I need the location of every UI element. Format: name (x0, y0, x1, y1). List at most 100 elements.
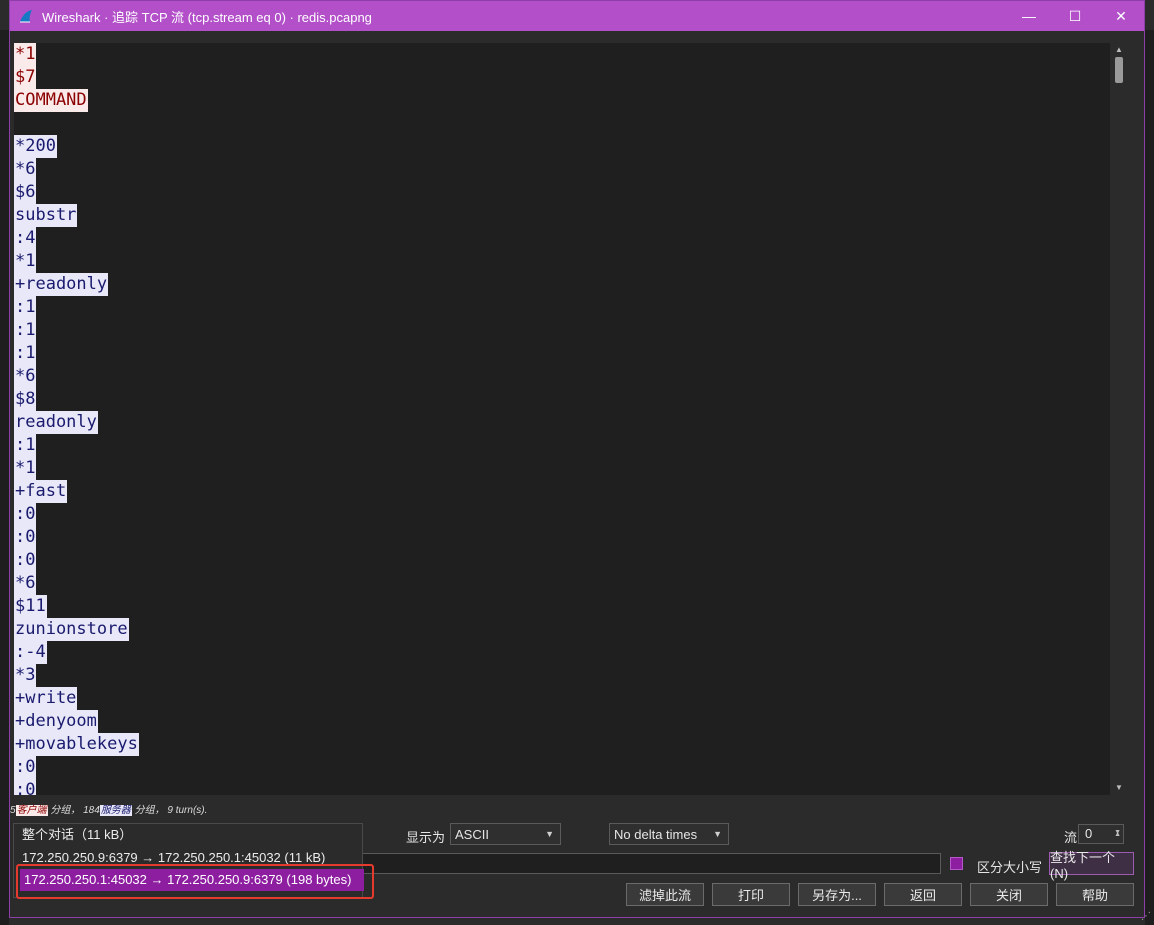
maximize-button[interactable]: ☐ (1052, 1, 1098, 31)
display-as-label: 显示为 (406, 830, 446, 845)
stream-line-text: :0 (14, 756, 37, 779)
server-stream-line: $8 (14, 388, 1110, 411)
display-as-select[interactable]: ASCII ▼ (450, 823, 561, 845)
stream-line-text: $7 (14, 66, 37, 89)
stream-line-text: :0 (14, 549, 37, 572)
stream-line-text: readonly (14, 411, 98, 434)
stream-line-text: *6 (14, 365, 37, 388)
server-stream-line: :1 (14, 434, 1110, 457)
server-stream-line: +readonly (14, 273, 1110, 296)
find-next-button[interactable]: 查找下一个(N) (1049, 850, 1134, 881)
server-stream-line: *6 (14, 158, 1110, 181)
title-bar: Wireshark · 追踪 TCP 流 (tcp.stream eq 0) ·… (10, 1, 1144, 31)
server-stream-line: +fast (14, 480, 1110, 503)
stream-number-label: 流 (1064, 830, 1078, 845)
stream-stats: 5客户端 分组， 184服务器 分组， 9 turn(s). (10, 801, 207, 816)
stream-line-text: $6 (14, 181, 37, 204)
delta-times-select[interactable]: No delta times ▼ (609, 823, 729, 845)
server-stream-line: :0 (14, 549, 1110, 572)
back-button[interactable]: 返回 (884, 883, 962, 906)
display-as-value: ASCII (455, 826, 489, 842)
stats-text-1: 分组， (50, 805, 81, 816)
client-stream-line: *1 (14, 43, 1110, 66)
server-stream-line: *6 (14, 572, 1110, 595)
stream-line-text: +fast (14, 480, 68, 503)
client-tag: 客户端 (15, 805, 48, 816)
server-stream-line: zunionstore (14, 618, 1110, 641)
server-tag: 服务器 (99, 805, 132, 816)
close-window-button[interactable]: ✕ (1098, 1, 1144, 31)
server-stream-line: :0 (14, 756, 1110, 779)
server-stream-line: $11 (14, 595, 1110, 618)
server-stream-line: :1 (14, 319, 1110, 342)
stream-line-text: $11 (14, 595, 47, 618)
server-stream-line: :1 (14, 342, 1110, 365)
dropdown-item-whole-conversation[interactable]: 整个对话（11 kB） (18, 824, 132, 846)
stream-content-view[interactable]: *1 $7 COMMAND *200 *6 $6 substr:4 *1 +readonly:1… (14, 43, 1110, 795)
help-button[interactable]: 帮助 (1056, 883, 1134, 906)
client-stream-line: $7 (14, 66, 1110, 89)
server-stream-line: +denyoom (14, 710, 1110, 733)
stream-line-text: *200 (14, 135, 57, 158)
find-input[interactable] (360, 853, 941, 874)
server-packet-count: 184 (83, 805, 100, 816)
server-stream-line: readonly (14, 411, 1110, 434)
minimize-icon: — (1022, 8, 1036, 24)
stream-line-text: :1 (14, 319, 37, 342)
server-stream-line: :-4 (14, 641, 1110, 664)
spin-down-icon[interactable]: ▼ (1114, 824, 1121, 842)
window-title: Wireshark · 追踪 TCP 流 (tcp.stream eq 0) ·… (42, 9, 372, 25)
server-stream-line: :0 (14, 526, 1110, 549)
stream-blank-line (14, 112, 1110, 135)
minimize-button[interactable]: — (1006, 1, 1052, 31)
filter-out-button[interactable]: 滤掉此流 (626, 883, 704, 906)
server-stream-line: :0 (14, 779, 1110, 795)
stream-line-text: *6 (14, 158, 37, 181)
stream-line-text: :1 (14, 342, 37, 365)
case-sensitive-label: 区分大小写 (977, 860, 1043, 875)
chevron-down-icon: ▼ (545, 829, 554, 839)
background-window-right (1145, 30, 1154, 925)
wireshark-fin-icon (20, 10, 32, 23)
stats-text-2: 分组， (134, 805, 165, 816)
server-stream-line: $6 (14, 181, 1110, 204)
server-stream-line: +movablekeys (14, 733, 1110, 756)
stream-number-value: 0 (1085, 826, 1093, 841)
server-stream-line: :1 (14, 296, 1110, 319)
scroll-up-icon[interactable]: ▲ (1114, 45, 1124, 55)
print-button[interactable]: 打印 (712, 883, 790, 906)
stream-line-text: :4 (14, 227, 37, 250)
server-stream-line: substr (14, 204, 1110, 227)
scroll-thumb[interactable] (1115, 57, 1123, 83)
stream-line-text: :1 (14, 296, 37, 319)
server-stream-line: :4 (14, 227, 1110, 250)
server-stream-line: *6 (14, 365, 1110, 388)
stream-line-text: +denyoom (14, 710, 98, 733)
server-stream-line: :0 (14, 503, 1110, 526)
stream-line-text: :0 (14, 503, 37, 526)
turn-count: 9 turn(s). (167, 805, 208, 816)
stream-line-text: $8 (14, 388, 37, 411)
stream-line-text: :0 (14, 779, 37, 795)
scroll-down-icon[interactable]: ▼ (1114, 783, 1124, 793)
case-sensitive-checkbox[interactable] (950, 857, 963, 870)
save-as-button[interactable]: 另存为... (798, 883, 876, 906)
stream-line-text: COMMAND (14, 89, 88, 112)
close-button[interactable]: 关闭 (970, 883, 1048, 906)
server-stream-line: *3 (14, 664, 1110, 687)
stream-line-text: *1 (14, 250, 37, 273)
stream-line-text: :-4 (14, 641, 47, 664)
delta-times-value: No delta times (614, 826, 698, 842)
close-icon: ✕ (1115, 7, 1127, 24)
stream-line-text: zunionstore (14, 618, 129, 641)
resize-grip-icon[interactable]: ⋰ (1141, 911, 1151, 922)
vertical-scrollbar[interactable]: ▲ ▼ (1112, 43, 1126, 795)
stream-line-text: *1 (14, 457, 37, 480)
stream-line-text: *6 (14, 572, 37, 595)
stream-line-text: +readonly (14, 273, 109, 296)
server-stream-line: +write (14, 687, 1110, 710)
stream-number-spinbox[interactable]: 0 ▲ ▼ (1078, 824, 1124, 844)
stream-line-text: *1 (14, 43, 37, 66)
maximize-icon: ☐ (1068, 7, 1082, 24)
stream-line-text: +write (14, 687, 78, 710)
